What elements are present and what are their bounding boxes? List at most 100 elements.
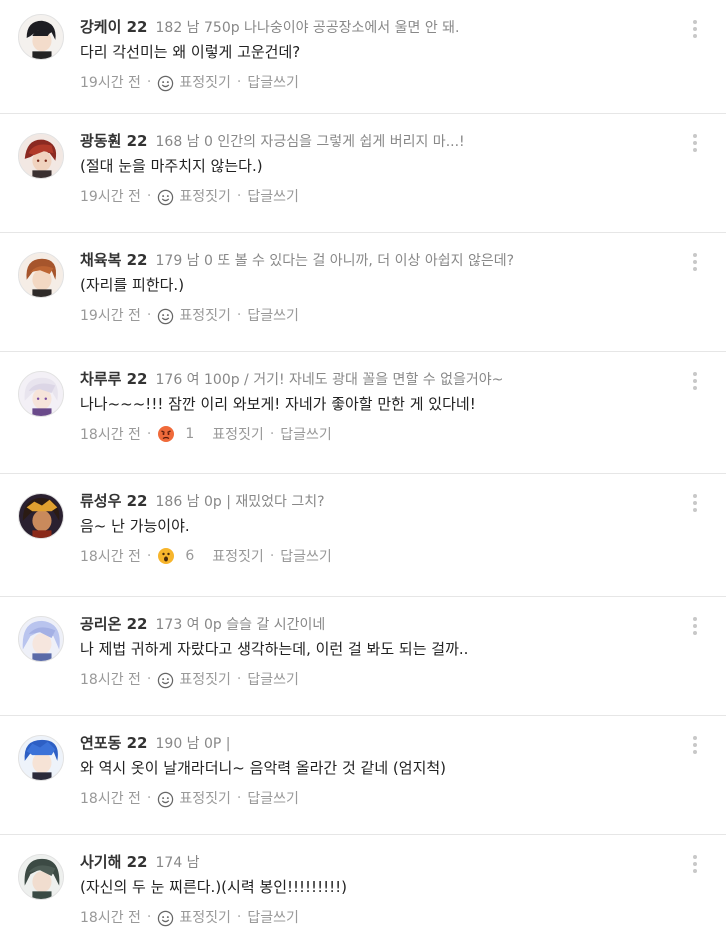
- user-meta: 174 남: [155, 855, 200, 871]
- comment-item: 사기해 22 174 남 (자신의 두 눈 찌른다.)(시력 봉인!!!!!!!!…: [0, 835, 726, 938]
- user-name[interactable]: 사기해 22: [80, 853, 148, 871]
- user-name[interactable]: 공리온 22: [80, 615, 148, 633]
- user-avatar[interactable]: [18, 854, 64, 900]
- separator-dot: ·: [146, 188, 152, 204]
- separator-dot: ·: [236, 790, 242, 806]
- react-button[interactable]: 표정짓기: [157, 788, 231, 808]
- comment-text: (절대 눈을 마주치지 않는다.): [80, 157, 263, 175]
- more-options-icon[interactable]: [692, 20, 698, 40]
- user-avatar[interactable]: [18, 493, 64, 539]
- comment-text: 와 역시 옷이 날개라더니~ 음악력 올라간 것 같네 (엄지척): [80, 759, 447, 777]
- reply-button[interactable]: 답글쓰기: [247, 788, 299, 808]
- comment-text: 음~ 난 가능이야.: [80, 517, 190, 535]
- reply-button[interactable]: 답글쓰기: [247, 907, 299, 927]
- smile-icon: [158, 910, 174, 926]
- comment-header: 강케이 22 182 남 750p 나나숭이야 공공장소에서 울면 안 돼.: [80, 16, 460, 37]
- comment-actions: 19시간 전 · 표정짓기 · 답글쓰기: [80, 186, 299, 206]
- separator-dot: ·: [146, 671, 152, 687]
- user-name[interactable]: 류성우 22: [80, 492, 148, 510]
- more-options-icon[interactable]: [692, 736, 698, 756]
- comment-text: (자신의 두 눈 찌른다.)(시력 봉인!!!!!!!!!): [80, 878, 347, 896]
- react-button[interactable]: 표정짓기: [157, 907, 231, 927]
- user-meta: 182 남 750p 나나숭이야 공공장소에서 울면 안 돼.: [155, 20, 460, 36]
- smile-icon: [158, 75, 174, 91]
- comment-list: 강케이 22 182 남 750p 나나숭이야 공공장소에서 울면 안 돼. 다리…: [0, 0, 726, 938]
- user-meta: 168 남 0 인간의 자긍심을 그렇게 쉽게 버리지 마...!: [155, 134, 465, 150]
- separator-dot: ·: [146, 790, 152, 806]
- comment-header: 차루루 22 176 여 100p / 거기! 자네도 광대 꼴을 면할 수 없을…: [80, 368, 503, 389]
- comment-time: 19시간 전: [80, 189, 141, 205]
- react-button[interactable]: 표정짓기: [157, 186, 231, 206]
- user-name[interactable]: 차루루 22: [80, 370, 148, 388]
- separator-dot: ·: [146, 548, 152, 564]
- react-label: 표정짓기: [179, 910, 231, 926]
- reply-button[interactable]: 답글쓰기: [247, 669, 299, 689]
- comment-text: 나나~~~!!! 잠깐 이리 와보게! 자네가 좋아할 만한 게 있다네!: [80, 395, 476, 413]
- reply-button[interactable]: 답글쓰기: [247, 72, 299, 92]
- react-button[interactable]: 표정짓기: [157, 669, 231, 689]
- user-name[interactable]: 강케이 22: [80, 18, 148, 36]
- more-options-icon[interactable]: [692, 253, 698, 273]
- comment-time: 18시간 전: [80, 791, 141, 807]
- comment-header: 채육복 22 179 남 0 또 볼 수 있다는 걸 아니까, 더 이상 아쉽지 …: [80, 249, 514, 270]
- comment-actions: 18시간 전 · 1 표정짓기 · 답글쓰기: [80, 424, 332, 444]
- separator-dot: ·: [236, 307, 242, 323]
- more-options-icon[interactable]: [692, 855, 698, 875]
- reply-button[interactable]: 답글쓰기: [247, 305, 299, 325]
- react-label: 표정짓기: [179, 189, 231, 205]
- reply-button[interactable]: 답글쓰기: [280, 424, 332, 444]
- react-button[interactable]: 표정짓기: [157, 305, 231, 325]
- surprised-face-icon[interactable]: [157, 547, 175, 565]
- comment-actions: 18시간 전 · 표정짓기 · 답글쓰기: [80, 907, 299, 927]
- comment-item: 연포동 22 190 남 0P | 와 역시 옷이 날개라더니~ 음악력 올라간 …: [0, 716, 726, 835]
- user-name[interactable]: 채육복 22: [80, 251, 148, 269]
- comment-header: 광동훤 22 168 남 0 인간의 자긍심을 그렇게 쉽게 버리지 마...!: [80, 130, 465, 151]
- comment-time: 18시간 전: [80, 427, 141, 443]
- comment-item: 강케이 22 182 남 750p 나나숭이야 공공장소에서 울면 안 돼. 다리…: [0, 0, 726, 114]
- comment-time: 19시간 전: [80, 75, 141, 91]
- angry-face-icon[interactable]: [157, 425, 175, 443]
- comment-text: 다리 각선미는 왜 이렇게 고운건데?: [80, 43, 301, 61]
- user-meta: 176 여 100p / 거기! 자네도 광대 꼴을 면할 수 없을거야~: [155, 372, 504, 388]
- smile-icon: [158, 791, 174, 807]
- smile-icon: [158, 672, 174, 688]
- reply-button[interactable]: 답글쓰기: [280, 546, 332, 566]
- comment-header: 연포동 22 190 남 0P |: [80, 732, 231, 753]
- comment-actions: 19시간 전 · 표정짓기 · 답글쓰기: [80, 305, 299, 325]
- react-label: 표정짓기: [179, 672, 231, 688]
- smile-icon: [158, 308, 174, 324]
- user-avatar[interactable]: [18, 252, 64, 298]
- user-avatar[interactable]: [18, 14, 64, 60]
- reaction-count: 1: [185, 426, 195, 442]
- comment-text: 나 제법 귀하게 자랐다고 생각하는데, 이런 걸 봐도 되는 걸까..: [80, 640, 469, 658]
- comment-time: 18시간 전: [80, 910, 141, 926]
- comment-item: 차루루 22 176 여 100p / 거기! 자네도 광대 꼴을 면할 수 없을…: [0, 352, 726, 474]
- user-meta: 186 남 0p | 재밌었다 그치?: [155, 494, 325, 510]
- separator-dot: ·: [236, 188, 242, 204]
- user-name[interactable]: 연포동 22: [80, 734, 148, 752]
- comment-actions: 18시간 전 · 표정짓기 · 답글쓰기: [80, 788, 299, 808]
- react-button[interactable]: 표정짓기: [212, 424, 264, 444]
- user-avatar[interactable]: [18, 371, 64, 417]
- user-avatar[interactable]: [18, 133, 64, 179]
- comment-item: 공리온 22 173 여 0p 슬슬 갈 시간이네 나 제법 귀하게 자랐다고 생…: [0, 597, 726, 716]
- user-name[interactable]: 광동훤 22: [80, 132, 148, 150]
- user-avatar[interactable]: [18, 735, 64, 781]
- comment-actions: 18시간 전 · 표정짓기 · 답글쓰기: [80, 669, 299, 689]
- user-avatar[interactable]: [18, 616, 64, 662]
- separator-dot: ·: [236, 909, 242, 925]
- more-options-icon[interactable]: [692, 134, 698, 154]
- react-button[interactable]: 표정짓기: [212, 546, 264, 566]
- comment-item: 채육복 22 179 남 0 또 볼 수 있다는 걸 아니까, 더 이상 아쉽지 …: [0, 233, 726, 352]
- more-options-icon[interactable]: [692, 372, 698, 392]
- react-label: 표정짓기: [179, 308, 231, 324]
- reply-button[interactable]: 답글쓰기: [247, 186, 299, 206]
- separator-dot: ·: [146, 74, 152, 90]
- comment-text: (자리를 피한다.): [80, 276, 185, 294]
- react-button[interactable]: 표정짓기: [157, 72, 231, 92]
- more-options-icon[interactable]: [692, 494, 698, 514]
- separator-dot: ·: [146, 307, 152, 323]
- more-options-icon[interactable]: [692, 617, 698, 637]
- comment-time: 18시간 전: [80, 549, 141, 565]
- separator-dot: ·: [269, 426, 275, 442]
